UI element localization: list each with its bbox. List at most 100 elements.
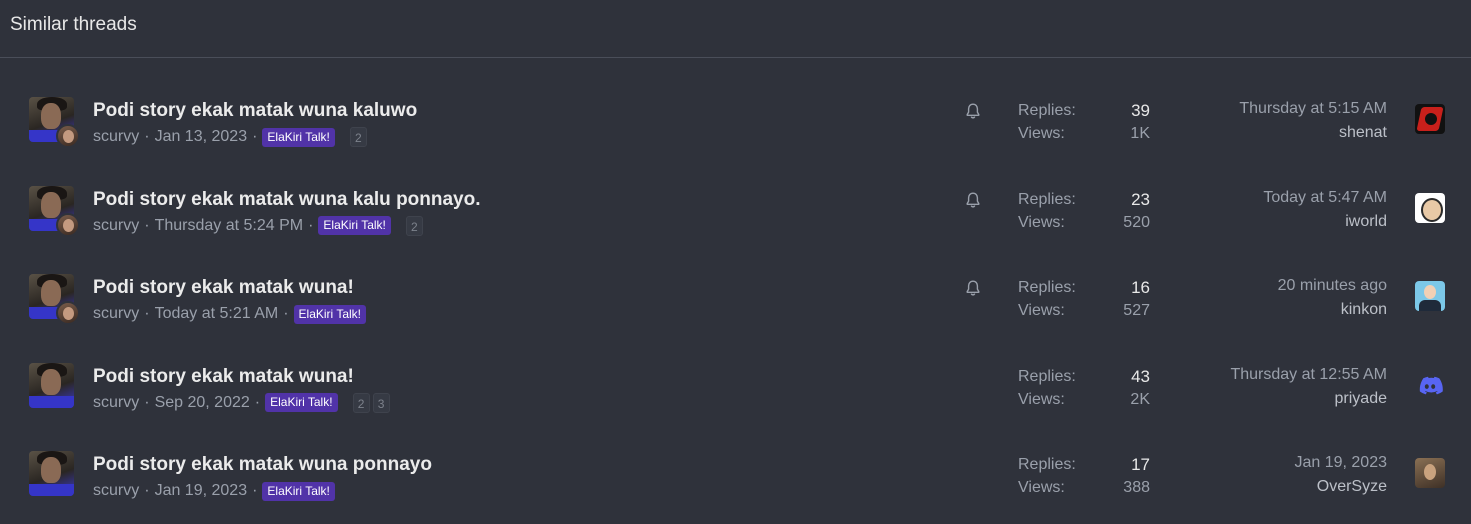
latest-post-date[interactable]: Jan 19, 2023 [1294, 454, 1387, 478]
page-link[interactable]: 2 [352, 392, 370, 413]
separator: · [252, 128, 258, 145]
thread-row: Podi story ekak matak wuna! scurvy · Today … [0, 235, 1471, 325]
latest-post-user[interactable]: iworld [1263, 213, 1387, 235]
latest-post-user[interactable]: priyade [1230, 390, 1387, 412]
latest-post-user[interactable]: OverSyze [1294, 478, 1387, 500]
replies-count: 39 [1131, 101, 1150, 120]
replies-count: 17 [1131, 455, 1150, 474]
separator: · [283, 305, 289, 322]
replies-count: 43 [1131, 366, 1150, 386]
replies-label: Replies: [1018, 190, 1076, 208]
latest-poster-avatar[interactable] [1415, 281, 1445, 311]
starter-avatar[interactable] [29, 362, 74, 408]
block-header: Similar threads [0, 0, 1471, 58]
page-jump: 23 [352, 392, 390, 413]
latest-poster-avatar[interactable] [1415, 370, 1445, 400]
latest-poster-avatar[interactable] [1415, 104, 1445, 134]
replies-label: Replies: [1018, 279, 1076, 296]
prefix-label[interactable]: ElaKiri Talk! [318, 216, 391, 235]
replies-stat: Replies: 39 [1018, 100, 1150, 123]
views-label: Views: [1018, 479, 1065, 496]
prefix-label[interactable]: ElaKiri Talk! [262, 481, 335, 501]
thread-start-date[interactable]: Thursday at 5:24 PM [155, 217, 304, 235]
separator: · [144, 216, 150, 234]
latest-poster-avatar[interactable] [1415, 192, 1445, 223]
views-label: Views: [1018, 125, 1065, 142]
thread-title-link[interactable]: Podi story ekak matak wuna kalu ponnayo. [93, 189, 481, 211]
thread-meta: scurvy · Sep 20, 2022 · ElaKiri Talk! 2 3 [93, 392, 390, 414]
replies-label: Replies: [1018, 456, 1076, 473]
thread-starter-avatar-group [29, 362, 79, 413]
thread-stats: Replies: 39 Views: 1K [1018, 100, 1150, 146]
author-link[interactable]: scurvy [93, 394, 139, 412]
latest-post-user[interactable]: kinkon [1278, 301, 1387, 323]
page-link[interactable]: 2 [405, 215, 423, 236]
latest-post: 20 minutes ago kinkon [1278, 277, 1387, 323]
separator: · [144, 305, 150, 322]
thread-title-link[interactable]: Podi story ekak matak wuna! [93, 366, 354, 388]
author-link[interactable]: scurvy [93, 482, 139, 500]
thread-starter-avatar-group [29, 451, 79, 501]
latest-post: Thursday at 5:15 AM shenat [1239, 100, 1387, 146]
thread-stats: Replies: 17 Views: 388 [1018, 454, 1150, 500]
latest-poster-avatar[interactable] [1415, 458, 1445, 488]
latest-post-date[interactable]: Today at 5:47 AM [1263, 189, 1387, 213]
thread-row: Podi story ekak matak wuna kalu ponnayo.… [0, 147, 1471, 237]
prefix-label[interactable]: ElaKiri Talk! [293, 304, 366, 324]
views-stat: Views: 527 [1018, 300, 1150, 323]
separator: · [144, 393, 150, 411]
starter-avatar[interactable] [29, 451, 74, 496]
author-link[interactable]: scurvy [93, 128, 139, 146]
thread-title-link[interactable]: Podi story ekak matak wuna kaluwo [93, 100, 417, 122]
page-jump: 2 [349, 127, 367, 147]
views-label: Views: [1018, 213, 1065, 231]
views-count: 1K [1130, 125, 1150, 142]
latest-post-date[interactable]: Thursday at 5:15 AM [1239, 100, 1387, 124]
separator: · [252, 482, 258, 499]
latest-post: Jan 19, 2023 OverSyze [1294, 454, 1387, 500]
replies-count: 23 [1131, 189, 1150, 209]
latest-post-user[interactable]: shenat [1239, 124, 1387, 146]
replies-stat: Replies: 17 [1018, 454, 1150, 477]
author-link[interactable]: scurvy [93, 217, 139, 235]
page-link[interactable]: 2 [349, 127, 367, 147]
replies-stat: Replies: 23 [1018, 189, 1150, 212]
thread-starter-avatar-group [29, 185, 80, 237]
bell-icon [964, 102, 982, 120]
thread-list: Podi story ekak matak wuna kaluwo scurvy ·… [0, 58, 1471, 501]
replies-label: Replies: [1018, 102, 1076, 119]
separator: · [308, 216, 314, 234]
participant-avatar[interactable] [56, 212, 80, 237]
latest-post-date[interactable]: Thursday at 12:55 AM [1230, 366, 1387, 390]
thread-meta: scurvy · Thursday at 5:24 PM · ElaKiri Talk!… [93, 215, 423, 237]
replies-label: Replies: [1018, 367, 1076, 385]
thread-starter-avatar-group [29, 97, 80, 148]
thread-row: Podi story ekak matak wuna ponnayo scurvy… [0, 412, 1471, 501]
replies-count: 16 [1131, 278, 1150, 297]
bell-icon [964, 191, 982, 209]
thread-start-date[interactable]: Sep 20, 2022 [155, 394, 250, 412]
participant-avatar[interactable] [56, 124, 80, 148]
author-link[interactable]: scurvy [93, 305, 139, 323]
page-jump: 2 [405, 215, 423, 236]
block-title: Similar threads [10, 14, 137, 35]
thread-start-date[interactable]: Today at 5:21 AM [155, 305, 279, 323]
page-link[interactable]: 3 [372, 392, 390, 413]
views-count: 2K [1130, 390, 1150, 408]
views-stat: Views: 388 [1018, 477, 1150, 500]
thread-title-link[interactable]: Podi story ekak matak wuna ponnayo [93, 454, 432, 476]
views-label: Views: [1018, 390, 1065, 408]
prefix-label[interactable]: ElaKiri Talk! [262, 127, 335, 147]
views-stat: Views: 1K [1018, 123, 1150, 146]
thread-title-link[interactable]: Podi story ekak matak wuna! [93, 277, 354, 299]
thread-start-date[interactable]: Jan 19, 2023 [155, 482, 248, 500]
latest-post-date[interactable]: 20 minutes ago [1278, 277, 1387, 301]
thread-meta: scurvy · Jan 19, 2023 · ElaKiri Talk! [93, 480, 335, 502]
thread-start-date[interactable]: Jan 13, 2023 [155, 128, 248, 146]
separator: · [254, 393, 261, 411]
thread-row: Podi story ekak matak wuna! scurvy · Sep 20… [0, 324, 1471, 413]
separator: · [144, 482, 150, 499]
thread-stats: Replies: 16 Views: 527 [1018, 277, 1150, 323]
prefix-label[interactable]: ElaKiri Talk! [265, 393, 338, 412]
participant-avatar[interactable] [56, 301, 80, 325]
